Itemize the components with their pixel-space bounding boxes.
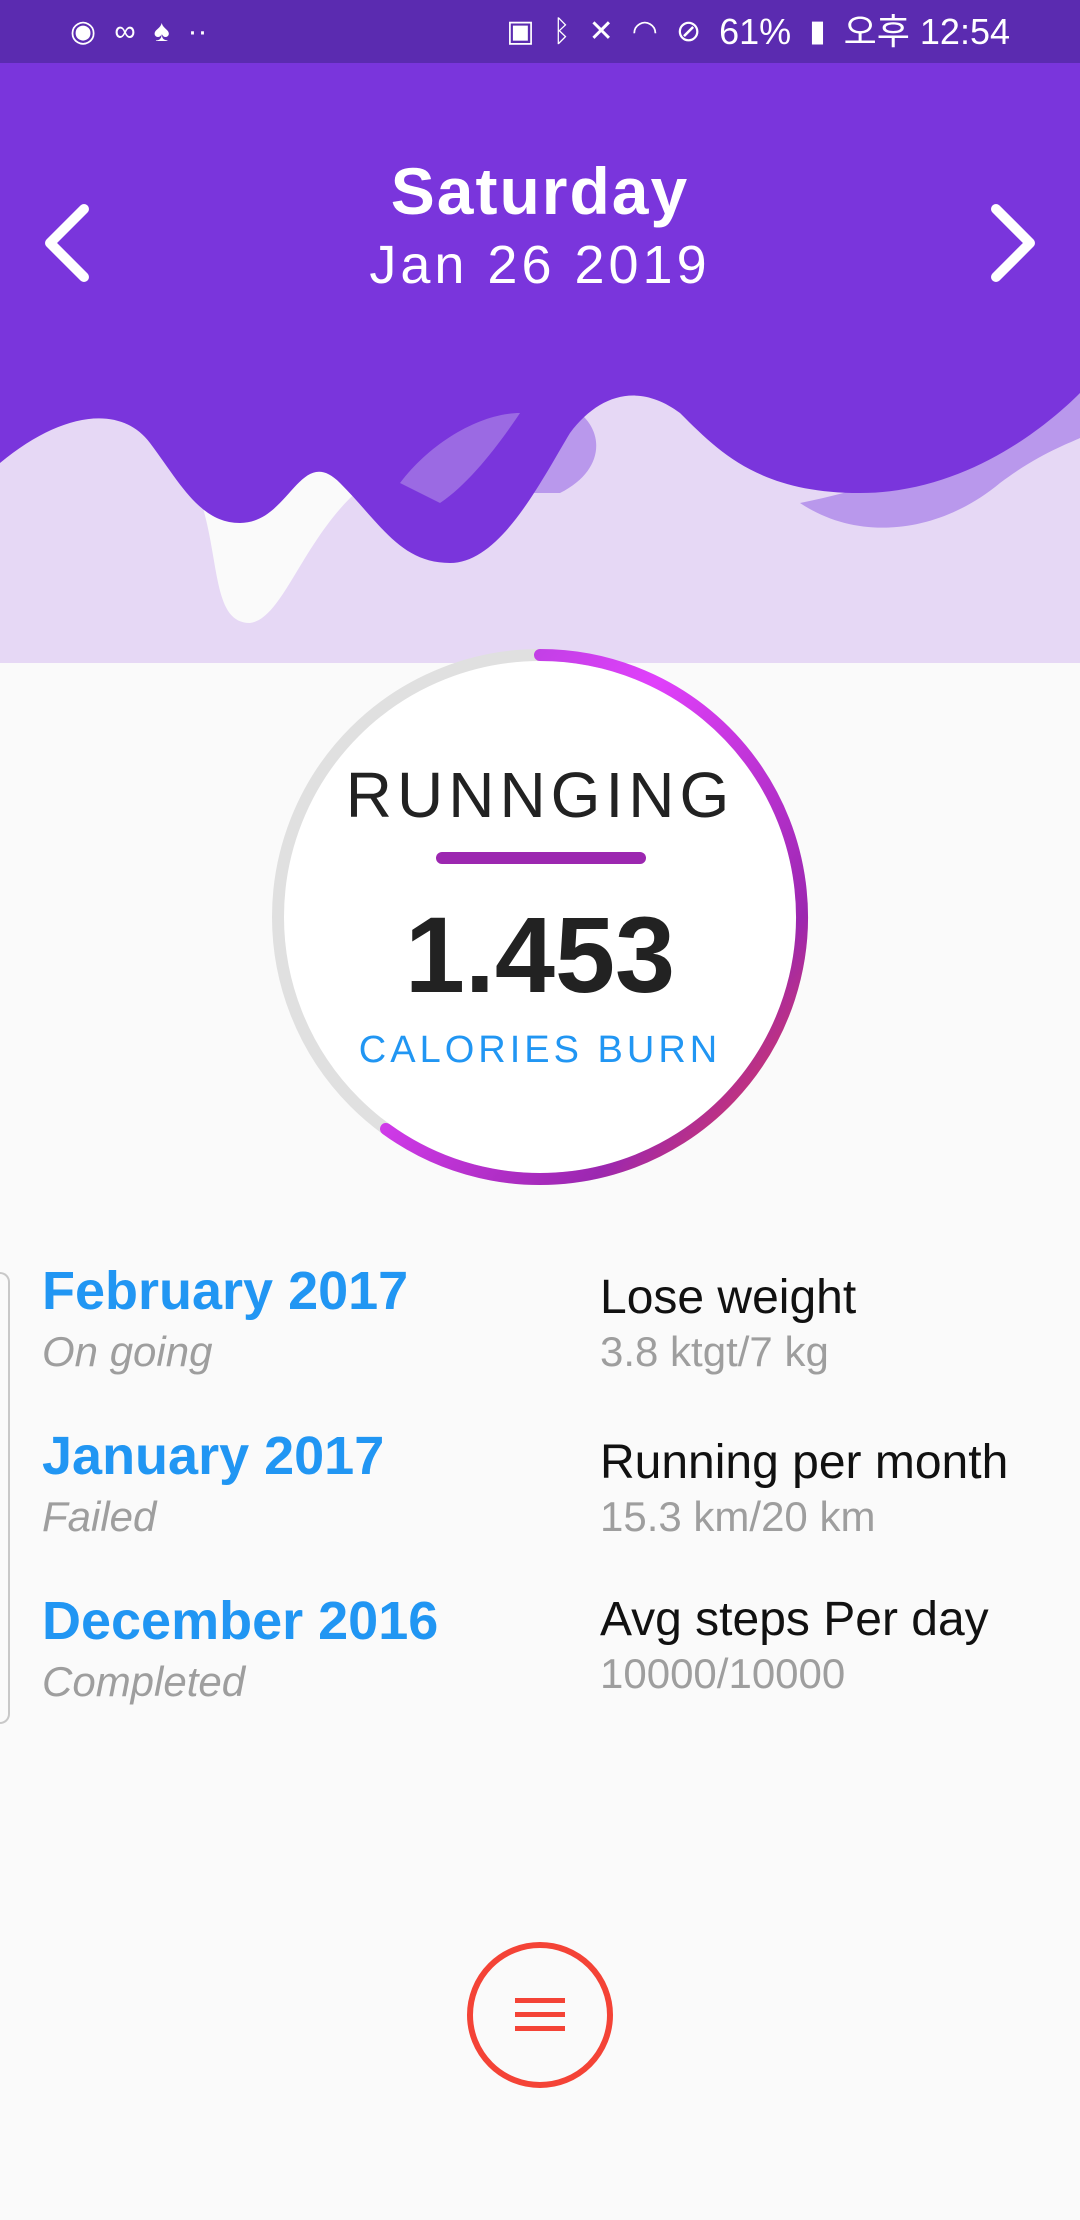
more-dots-icon: ·· [187, 14, 208, 48]
activity-name: RUNNGING [345, 759, 735, 831]
battery-saver-icon: ▣ [506, 14, 535, 48]
date-text: Jan 26 2019 [369, 235, 711, 295]
calorie-value: 1.453 [404, 894, 676, 1015]
history-item-jan-2017[interactable]: January 2017 Failed [42, 1426, 438, 1592]
history-list: February 2017 On going January 2017 Fail… [42, 1261, 439, 1757]
status-left-icons: ◉ ∞ ♠ ·· [70, 14, 208, 48]
goal-item-running: Running per month 15.3 km/20 km [600, 1436, 1009, 1602]
app-icon: ◉ [70, 14, 97, 48]
goal-value: 3.8 ktgt/7 kg [600, 1327, 829, 1375]
history-month: December 2016 [42, 1591, 439, 1651]
bot-icon: ♠ [153, 14, 170, 48]
goal-value: 15.3 km/20 km [600, 1492, 876, 1540]
incognito-icon: ∞ [114, 14, 136, 48]
calorie-ring: RUNNGING 1.453 CALORIES BURN [266, 643, 814, 1191]
mute-icon: ✕ [588, 14, 614, 48]
history-status: Completed [42, 1658, 246, 1706]
history-month: January 2017 [42, 1426, 385, 1486]
date-display: Saturday Jan 26 2019 [0, 158, 1080, 292]
status-bar: ◉ ∞ ♠ ·· ▣ ᛒ ✕ ◠ ⊘ 61% ▮ 오후 12:54 [0, 0, 1080, 63]
goal-title: Running per month [600, 1436, 1009, 1489]
history-month: February 2017 [42, 1261, 409, 1321]
goal-item-lose-weight: Lose weight 3.8 ktgt/7 kg [600, 1271, 1008, 1437]
history-status: Failed [42, 1493, 157, 1541]
chevron-right-icon [991, 204, 1035, 282]
screen: ◉ ∞ ♠ ·· ▣ ᛒ ✕ ◠ ⊘ 61% ▮ 오후 12:54 Saturd… [0, 0, 1080, 2220]
day-name: Saturday [390, 154, 690, 228]
history-item-dec-2016[interactable]: December 2016 Completed [42, 1591, 439, 1757]
menu-button[interactable] [467, 1942, 613, 2088]
ring-content: RUNNGING 1.453 CALORIES BURN [266, 643, 814, 1191]
goals-list: Lose weight 3.8 ktgt/7 kg Running per mo… [600, 1262, 1008, 1759]
status-time: 오후 12:54 [843, 10, 1010, 52]
bluetooth-icon: ᛒ [552, 14, 571, 48]
goal-title: Lose weight [600, 1271, 857, 1324]
goal-title: Avg steps Per day [600, 1593, 989, 1646]
history-bracket [0, 1272, 10, 1724]
battery-percent: 61% [719, 10, 792, 52]
do-not-disturb-icon: ⊘ [675, 14, 702, 48]
battery-charging-icon: ▮ [809, 14, 826, 48]
history-item-feb-2017[interactable]: February 2017 On going [42, 1261, 438, 1427]
wifi-icon: ◠ [631, 14, 658, 48]
next-day-button[interactable] [972, 193, 1052, 293]
date-header: Saturday Jan 26 2019 [0, 63, 1080, 663]
header-wave [0, 63, 1080, 663]
menu-icon [515, 1998, 565, 2031]
calorie-label: CALORIES BURN [358, 1029, 722, 1071]
status-right-icons: ▣ ᛒ ✕ ◠ ⊘ 61% ▮ 오후 12:54 [506, 10, 1010, 52]
history-status: On going [42, 1328, 213, 1376]
activity-underline [436, 852, 646, 864]
goal-value: 10000/10000 [600, 1649, 846, 1697]
goal-item-steps: Avg steps Per day 10000/10000 [600, 1593, 1008, 1759]
